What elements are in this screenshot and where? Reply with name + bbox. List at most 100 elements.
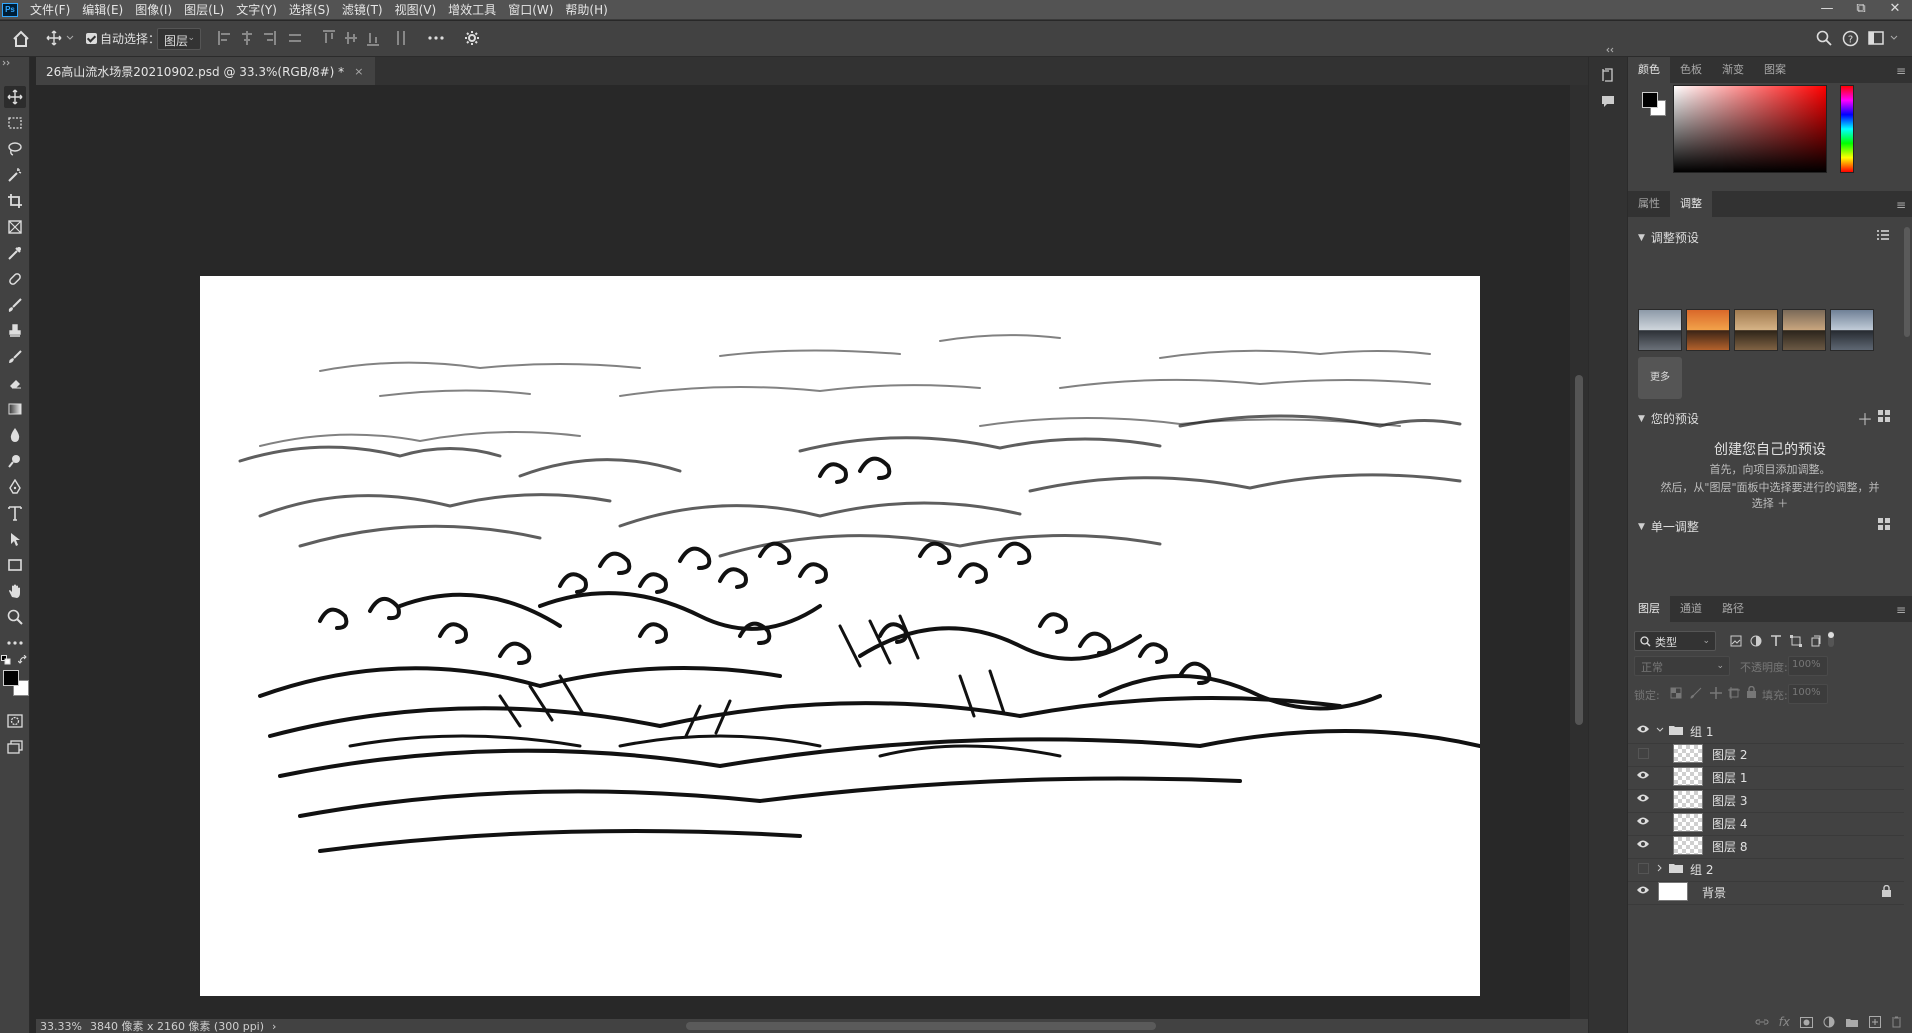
menu-window[interactable]: 窗口(W) [502, 1, 559, 18]
chevron-down-icon[interactable] [66, 35, 74, 41]
expand-panels-icon[interactable] [1604, 47, 1614, 53]
align-bottom-icon[interactable] [366, 30, 380, 46]
preset-thumbnail[interactable] [1638, 309, 1682, 351]
grid-view-icon[interactable] [1878, 518, 1890, 530]
layer-filter-select[interactable]: 类型 ⌄ [1634, 631, 1716, 651]
tab-paths[interactable]: 路径 [1712, 596, 1754, 622]
fill-field[interactable]: 100% [1788, 684, 1828, 704]
preset-thumbnail[interactable] [1686, 309, 1730, 351]
grid-view-icon[interactable] [1878, 410, 1890, 422]
horizontal-scrollbar-thumb[interactable] [686, 1022, 1156, 1030]
eyedropper-tool-icon[interactable] [4, 242, 26, 264]
vertical-scrollbar-thumb[interactable] [1575, 375, 1583, 725]
align-vertical-center-icon[interactable] [344, 30, 358, 46]
align-top-icon[interactable] [322, 30, 336, 46]
visibility-eye-icon[interactable] [1636, 770, 1650, 780]
menu-help[interactable]: 帮助(H) [559, 1, 613, 18]
new-group-icon[interactable] [1845, 1017, 1859, 1028]
history-brush-tool-icon[interactable] [4, 346, 26, 368]
filter-toggle-icon[interactable] [1826, 631, 1836, 647]
home-icon[interactable] [12, 30, 30, 48]
menu-edit[interactable]: 编辑(E) [76, 1, 129, 18]
link-layers-icon[interactable] [1755, 1017, 1769, 1027]
preset-thumbnail[interactable] [1782, 309, 1826, 351]
filter-pixel-icon[interactable] [1730, 635, 1742, 647]
zoom-tool-icon[interactable] [4, 606, 26, 628]
tab-color[interactable]: 颜色 [1628, 57, 1670, 83]
swap-colors-icon[interactable] [18, 655, 28, 665]
history-icon[interactable] [1600, 67, 1616, 83]
align-right-icon[interactable] [262, 30, 276, 46]
quick-mask-icon[interactable] [4, 710, 26, 732]
foreground-color-swatch[interactable] [3, 670, 19, 686]
collapse-toolbar-icon[interactable] [2, 60, 12, 66]
more-options-icon[interactable] [428, 36, 444, 40]
color-field[interactable] [1673, 85, 1827, 173]
list-view-icon[interactable] [1876, 229, 1890, 241]
tab-gradients[interactable]: 渐变 [1712, 57, 1754, 83]
chevron-down-icon[interactable] [1890, 35, 1898, 41]
menu-plugins[interactable]: 增效工具 [442, 1, 502, 18]
delete-layer-icon[interactable] [1891, 1016, 1902, 1028]
menu-filter[interactable]: 滤镜(T) [336, 1, 389, 18]
canvas-area[interactable] [36, 85, 1570, 1021]
help-icon[interactable]: ? [1842, 30, 1859, 47]
menu-layer[interactable]: 图层(L) [178, 1, 230, 18]
align-horizontal-center-icon[interactable] [240, 30, 254, 46]
preset-thumbnail[interactable] [1830, 309, 1874, 351]
eraser-tool-icon[interactable] [4, 372, 26, 394]
hue-slider[interactable] [1840, 85, 1854, 173]
tab-channels[interactable]: 通道 [1670, 596, 1712, 622]
visibility-eye-icon[interactable] [1636, 885, 1650, 895]
panel-menu-icon[interactable]: ≡ [1896, 603, 1906, 617]
workspace-icon[interactable] [1868, 30, 1884, 46]
menu-type[interactable]: 文字(Y) [230, 1, 283, 18]
gradient-tool-icon[interactable] [4, 398, 26, 420]
lock-image-pixels-icon[interactable] [1690, 687, 1702, 699]
filter-type-icon[interactable] [1770, 635, 1782, 647]
menu-select[interactable]: 选择(S) [283, 1, 336, 18]
restore-button[interactable]: ⧉ [1844, 0, 1878, 20]
move-tool-preset-icon[interactable] [46, 30, 62, 46]
blur-tool-icon[interactable] [4, 424, 26, 446]
tab-patterns[interactable]: 图案 [1754, 57, 1796, 83]
hand-tool-icon[interactable] [4, 580, 26, 602]
adjustment-presets-header[interactable]: ▼ 调整预设 [1638, 229, 1699, 246]
frame-tool-icon[interactable] [4, 216, 26, 238]
menu-image[interactable]: 图像(I) [129, 1, 178, 18]
menu-file[interactable]: 文件(F) [24, 1, 76, 18]
document-canvas[interactable] [200, 276, 1480, 996]
menu-view[interactable]: 视图(V) [389, 1, 443, 18]
layer-row-background[interactable]: 背景 [1628, 878, 1904, 905]
tab-layers[interactable]: 图层 [1628, 596, 1670, 622]
pen-tool-icon[interactable] [4, 476, 26, 498]
single-adjustments-header[interactable]: ▼ 单一调整 [1638, 518, 1699, 535]
tab-swatches[interactable]: 色板 [1670, 57, 1712, 83]
type-tool-icon[interactable] [4, 502, 26, 524]
status-menu-arrow[interactable]: › [272, 1020, 276, 1033]
filter-adjustment-icon[interactable] [1750, 635, 1762, 647]
blend-mode-select[interactable]: 正常 ⌄ [1634, 656, 1730, 676]
panel-menu-icon[interactable]: ≡ [1896, 198, 1906, 212]
fx-icon[interactable]: fx [1779, 1015, 1790, 1029]
vertical-scrollbar[interactable] [1570, 85, 1588, 1021]
lock-all-icon[interactable] [1746, 686, 1757, 699]
search-icon[interactable] [1816, 30, 1832, 46]
move-tool-icon[interactable] [4, 86, 26, 108]
lock-artboard-icon[interactable] [1728, 687, 1740, 699]
group-collapsed-chevron-icon[interactable] [1657, 864, 1663, 872]
color-panel-foreground-swatch[interactable] [1642, 92, 1658, 108]
lock-position-icon[interactable] [1710, 687, 1722, 699]
adjustments-scrollbar-thumb[interactable] [1904, 227, 1910, 337]
crop-tool-icon[interactable] [4, 190, 26, 212]
align-left-icon[interactable] [218, 30, 232, 46]
tab-properties[interactable]: 属性 [1628, 191, 1670, 217]
clone-stamp-tool-icon[interactable] [4, 320, 26, 342]
tab-adjustments[interactable]: 调整 [1670, 191, 1712, 217]
add-preset-icon[interactable]: ＋ [1857, 406, 1873, 430]
filter-shape-icon[interactable] [1790, 635, 1802, 647]
panel-menu-icon[interactable]: ≡ [1896, 64, 1906, 78]
visibility-eye-icon[interactable] [1636, 816, 1650, 826]
magic-wand-tool-icon[interactable] [4, 164, 26, 186]
opacity-field[interactable]: 100% [1788, 656, 1828, 676]
